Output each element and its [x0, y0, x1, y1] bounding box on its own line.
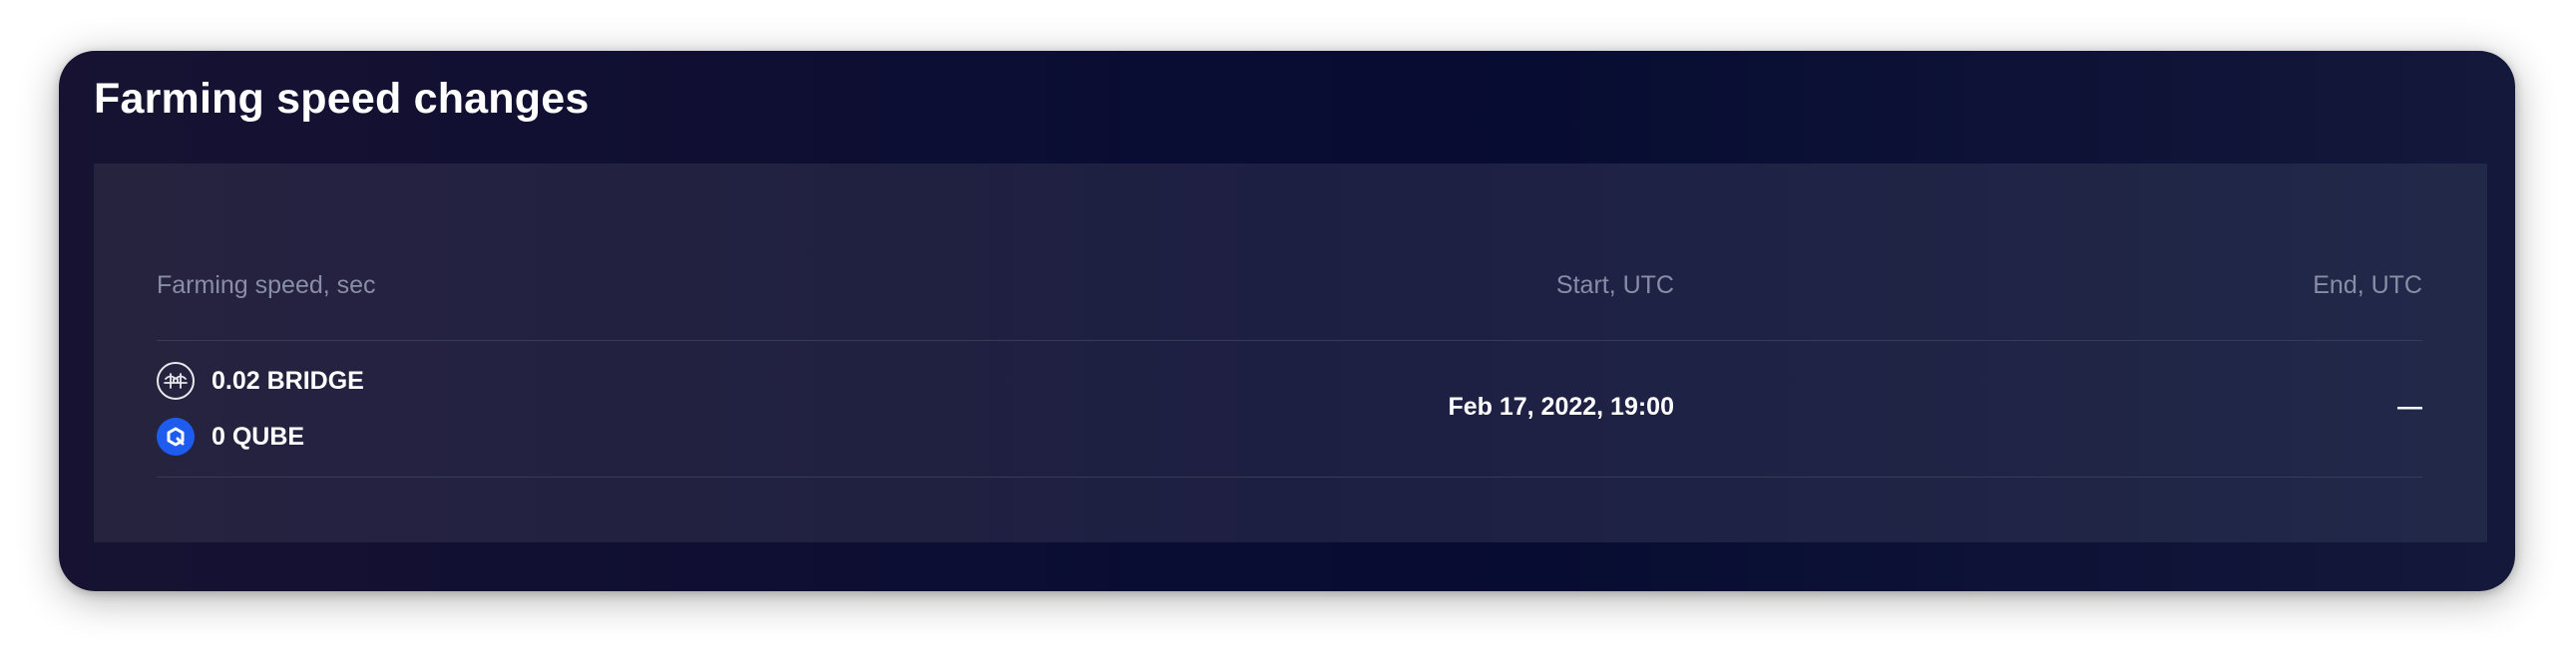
column-header-start: Start, UTC [1555, 271, 1674, 299]
qube-token-icon [157, 418, 195, 456]
end-date-cell: — [2397, 393, 2422, 421]
column-header-farming-speed: Farming speed, sec [157, 271, 376, 299]
table-row-divider [157, 477, 2422, 478]
card-title: Farming speed changes [94, 75, 590, 123]
column-header-end: End, UTC [2313, 271, 2422, 299]
speed-item-bridge: 0.02 BRIDGE [157, 362, 364, 400]
farming-speed-table: Farming speed, sec Start, UTC End, UTC 0… [94, 164, 2487, 542]
bridge-token-icon [157, 362, 195, 400]
farming-speed-card: Farming speed changes Farming speed, sec… [59, 51, 2515, 591]
speed-amount-qube: 0 QUBE [212, 422, 305, 451]
speed-item-qube: 0 QUBE [157, 418, 304, 456]
start-date-cell: Feb 17, 2022, 19:00 [1448, 393, 1674, 421]
speed-amount-bridge: 0.02 BRIDGE [212, 366, 364, 395]
table-header-divider [157, 340, 2422, 341]
